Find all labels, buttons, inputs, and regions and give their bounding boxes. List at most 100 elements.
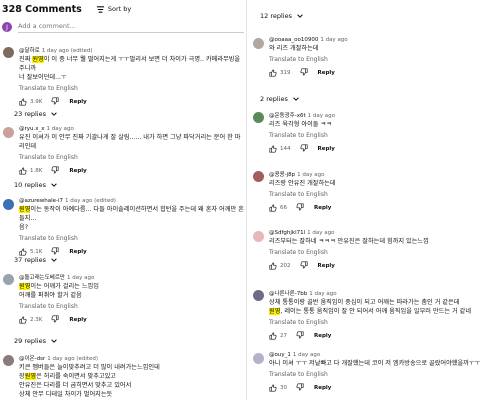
comment-text: 와 리즈 개잘하는데 — [269, 45, 319, 52]
thumb-up-icon[interactable] — [19, 98, 27, 106]
translate-link[interactable]: Translate to English — [269, 371, 500, 378]
comment-row: @달하로 1 day ago (edited) 진짜 원영이 이 중 너무 웰 떨어… — [0, 46, 244, 107]
reply-button[interactable]: Reply — [69, 317, 86, 323]
reply-button[interactable]: Reply — [314, 205, 331, 211]
thumb-up-icon[interactable] — [19, 248, 27, 256]
thumb-down-icon[interactable] — [300, 144, 308, 152]
comment-actions: 144 Reply — [269, 144, 500, 154]
reply-button[interactable]: Reply — [69, 99, 86, 105]
avatar[interactable] — [253, 171, 264, 182]
comment-text: 진짜 원영이 이 중 너무 웰 떨어지는게 ㅜㅜ멀리서 보면 더 차이가 극명.… — [19, 56, 241, 81]
comment-author[interactable]: @돌고래는도베르만 1 day ago — [19, 273, 244, 281]
comment-author[interactable]: @azurewhale-i7 1 day ago (edited) — [19, 198, 244, 204]
comment-body: @ooaaa_oo10900 1 day ago 와 리즈 개잘하는데 Transla… — [269, 37, 500, 78]
comment: @azurewhale-i7 1 day ago (edited) 원영이는 동작이… — [0, 198, 244, 257]
thumb-up-icon[interactable] — [269, 332, 277, 340]
comment-author[interactable]: @나른나른-7bb 1 day ago — [269, 289, 500, 297]
translate-link[interactable]: Translate to English — [269, 191, 500, 198]
comment-author[interactable]: @Sdfghjkl71l 1 day ago — [269, 230, 500, 236]
thumb-down-icon[interactable] — [296, 203, 304, 211]
comment-text: 리즈부터는 잘하네 ㅋㅋㅋ 안유진은 잘하는데 힘까지 있는느낌 — [269, 238, 429, 245]
comment: @돌고래는도베르만 1 day ago 원영이는 어깨가 걸리는 느낌임 어깨를 퍼… — [0, 273, 244, 325]
translate-link[interactable]: Translate to English — [269, 56, 500, 63]
comment-author[interactable]: @ryu.x_x 1 day ago — [19, 126, 244, 132]
sort-label: Sort by — [107, 5, 132, 13]
comment-text: 상체 통통이랑 골반 움직임이 중심이 되고 어깨는 따라가는 춤인 거 같은데… — [269, 299, 472, 315]
comment-author[interactable]: @ouy_1 1 day ago — [269, 352, 500, 358]
dislike-wrap — [300, 68, 308, 78]
thumb-down-icon[interactable] — [296, 331, 304, 339]
like-count: 202 — [280, 263, 291, 269]
comment-author[interactable]: @운동광주-x6t 1 day ago — [269, 111, 500, 119]
comment-body: @돌고래는도베르만 1 day ago 원영이는 어깨가 걸리는 느낌임 어깨를 퍼… — [19, 273, 244, 325]
reply-button[interactable]: Reply — [318, 263, 335, 269]
comment: @운동광주-x6t 1 day ago 리즈 육각형 아이돌 ㅋㅋ Translate… — [250, 111, 500, 154]
translate-link[interactable]: Translate to English — [19, 154, 244, 161]
avatar[interactable] — [3, 127, 14, 138]
reply-button[interactable]: Reply — [318, 146, 335, 152]
avatar[interactable] — [3, 199, 14, 210]
like-count: 30 — [280, 385, 287, 391]
reply-button[interactable]: Reply — [69, 249, 86, 255]
translate-link[interactable]: Translate to English — [269, 319, 500, 326]
avatar[interactable] — [3, 47, 14, 58]
comment: @나른나른-7bb 1 day ago 상체 통통이랑 골반 움직임이 중심이 되고… — [250, 289, 500, 341]
thumb-down-icon[interactable] — [300, 261, 308, 269]
translate-link[interactable]: Translate to English — [269, 132, 500, 139]
chevron-down-icon — [51, 339, 57, 343]
left-column: 328 Comments Sort by J Add a comment... … — [0, 0, 244, 400]
comment-time: 1 day ago — [297, 172, 325, 178]
avatar[interactable] — [3, 355, 14, 366]
comment-author[interactable]: @ooaaa_oo10900 1 day ago — [269, 37, 500, 43]
dislike-wrap — [51, 166, 59, 176]
replies-label: 12 replies — [260, 12, 292, 20]
avatar[interactable] — [253, 290, 264, 301]
thumb-up-icon[interactable] — [269, 384, 277, 392]
avatar[interactable] — [3, 274, 14, 285]
view-replies-button[interactable]: 37 replies — [14, 256, 58, 264]
translate-link[interactable]: Translate to English — [19, 235, 244, 242]
highlighted-name: 원영 — [32, 56, 44, 63]
translate-link[interactable]: Translate to English — [19, 303, 244, 310]
comment-body: @azurewhale-i7 1 day ago (edited) 원영이는 동작이… — [19, 198, 244, 257]
avatar[interactable] — [253, 353, 264, 364]
thumb-up-icon[interactable] — [269, 262, 277, 270]
comment: @ouy_1 1 day ago 아니 이셔 ㅜㅜ 저날빠고 다 개잘했는데 코이 … — [250, 352, 500, 393]
sort-button[interactable]: Sort by — [96, 5, 131, 14]
comment-author[interactable]: @이온-dsr 1 day ago (edited) — [19, 354, 244, 362]
thumb-down-icon[interactable] — [296, 383, 304, 391]
thumb-up-icon[interactable] — [19, 316, 27, 324]
replies-label: 37 replies — [14, 256, 46, 264]
view-replies-button[interactable]: 23 replies — [14, 110, 58, 118]
thumb-up-icon[interactable] — [269, 69, 277, 77]
thumb-down-icon[interactable] — [300, 68, 308, 76]
thumb-up-icon[interactable] — [269, 145, 277, 153]
comment-text: 리즈 육각형 아이돌 ㅋㅋ — [269, 121, 332, 128]
reply-button[interactable]: Reply — [318, 70, 335, 76]
thumb-up-icon[interactable] — [269, 204, 277, 212]
comment-input[interactable]: Add a comment... — [18, 22, 244, 33]
comment-row: @이온-dsr 1 day ago (edited) 키큰 멤버들은 늘이맞추려고 … — [0, 354, 244, 400]
view-replies-button[interactable]: 29 replies — [14, 337, 58, 345]
view-replies-button[interactable]: 2 replies — [260, 95, 300, 103]
comment-author[interactable]: @달하로 1 day ago (edited) — [19, 46, 244, 54]
thumb-down-icon[interactable] — [51, 166, 59, 174]
view-replies-button[interactable]: 10 replies — [14, 181, 58, 189]
comment-author[interactable]: @콩콩-j8p 1 day ago — [269, 170, 500, 178]
thumb-down-icon[interactable] — [51, 247, 59, 255]
reply-button[interactable]: Reply — [314, 333, 331, 339]
reply-button[interactable]: Reply — [314, 385, 331, 391]
avatar[interactable] — [253, 38, 264, 49]
avatar[interactable] — [253, 231, 264, 242]
thumb-down-icon[interactable] — [51, 315, 59, 323]
translate-link[interactable]: Translate to English — [19, 85, 244, 92]
view-replies-button[interactable]: 12 replies — [260, 12, 304, 20]
dislike-wrap — [300, 144, 308, 154]
thumb-up-icon[interactable] — [19, 167, 27, 175]
reply-button[interactable]: Reply — [69, 168, 86, 174]
avatar[interactable] — [253, 112, 264, 123]
comment-body: @Sdfghjkl71l 1 day ago 리즈부터는 잘하네 ㅋㅋㅋ 안유진은 … — [269, 230, 500, 271]
translate-link[interactable]: Translate to English — [269, 249, 500, 256]
thumb-down-icon[interactable] — [51, 97, 59, 105]
comment: @ooaaa_oo10900 1 day ago 와 리즈 개잘하는데 Transla… — [250, 37, 500, 78]
